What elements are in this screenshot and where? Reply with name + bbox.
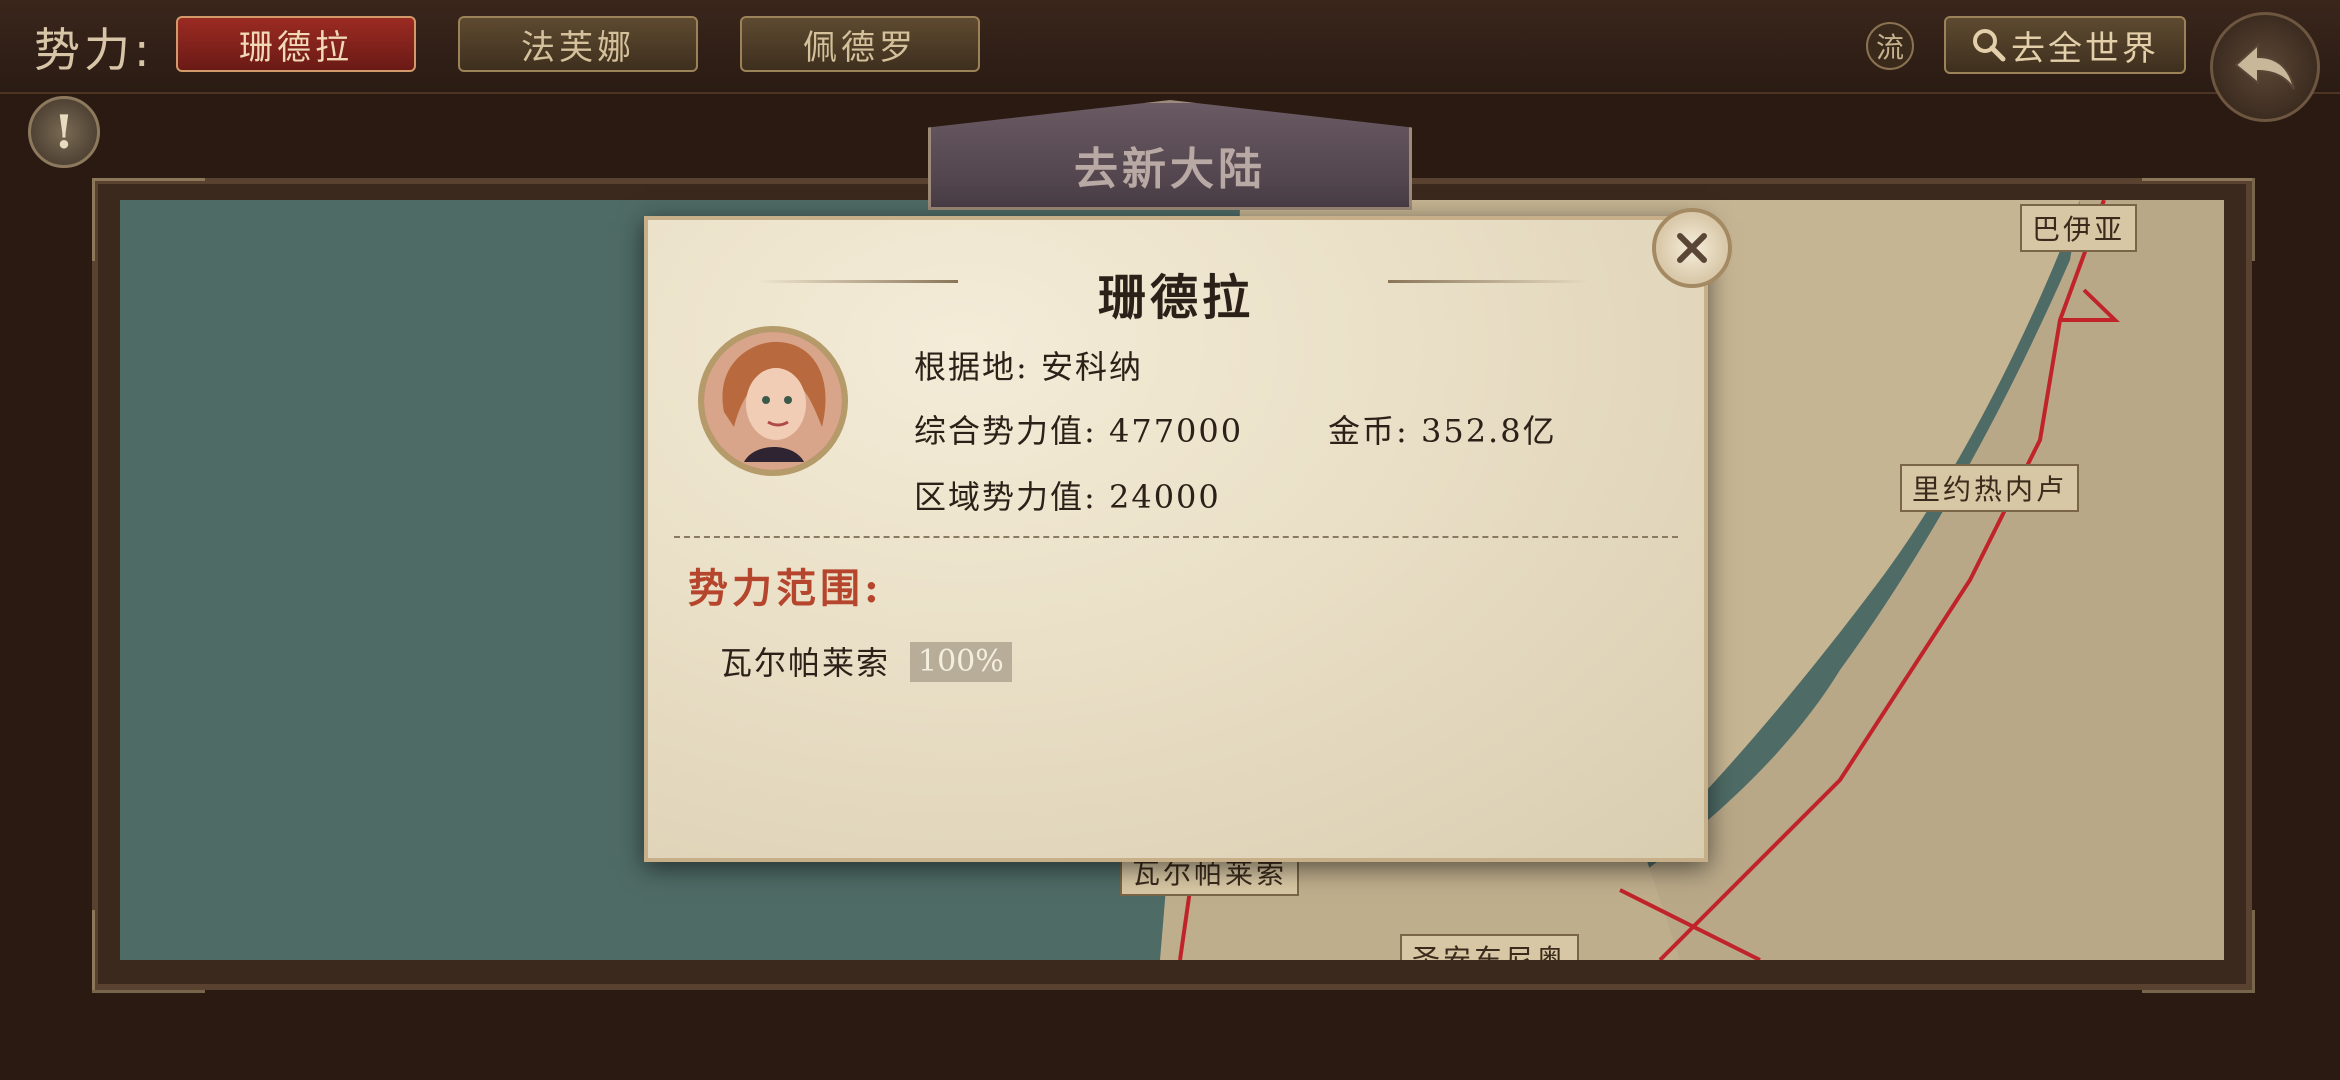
power-value: 477000 bbox=[1108, 412, 1244, 450]
region-tab-new-world[interactable]: 去新大陆 bbox=[928, 100, 1412, 210]
base-label: 根据地: bbox=[914, 348, 1029, 386]
back-button[interactable] bbox=[2210, 12, 2320, 122]
go-world-button[interactable]: 去全世界 bbox=[1944, 16, 2186, 74]
faction-label: 势力: bbox=[34, 23, 154, 77]
top-bar: 势力: 珊德拉 法芙娜 佩德罗 流 去全世界 bbox=[0, 0, 2340, 94]
region-power-value: 24000 bbox=[1108, 478, 1221, 516]
avatar bbox=[698, 326, 848, 476]
range-percent-badge: 100% bbox=[910, 642, 1012, 682]
title-ornament-right bbox=[1388, 280, 1588, 283]
search-icon bbox=[1973, 29, 2006, 62]
gold-value: 352.8亿 bbox=[1420, 412, 1557, 450]
range-city: 瓦尔帕莱索 bbox=[720, 644, 891, 682]
frame-corner-tr bbox=[2142, 178, 2255, 261]
frame-corner-br bbox=[2142, 910, 2255, 993]
dialog-title: 珊德拉 bbox=[1097, 270, 1254, 326]
power-label: 综合势力值: bbox=[914, 412, 1097, 450]
power-row: 综合势力值: 477000 bbox=[914, 406, 1243, 452]
gold-label: 金币: bbox=[1328, 412, 1409, 450]
flow-button[interactable]: 流 bbox=[1866, 22, 1914, 70]
back-arrow-icon bbox=[2234, 42, 2295, 90]
faction-tab-fafna[interactable]: 法芙娜 bbox=[458, 16, 698, 72]
alert-button[interactable]: ! bbox=[28, 96, 100, 168]
region-power-row: 区域势力值: 24000 bbox=[914, 472, 1221, 518]
frame-corner-tl bbox=[92, 178, 205, 261]
region-power-label: 区域势力值: bbox=[914, 478, 1097, 516]
city-label-baiya[interactable]: 巴伊亚 bbox=[2020, 204, 2138, 252]
city-label-rio[interactable]: 里约热内卢 bbox=[1900, 464, 2080, 512]
portrait-icon bbox=[704, 332, 842, 470]
base-row: 根据地: 安科纳 bbox=[914, 342, 1143, 388]
base-value: 安科纳 bbox=[1040, 348, 1143, 386]
frame-corner-bl bbox=[92, 910, 205, 993]
faction-tab-sandra[interactable]: 珊德拉 bbox=[176, 16, 416, 72]
city-label-san-antonio[interactable]: 圣安东尼奥 bbox=[1400, 934, 1580, 960]
close-button[interactable] bbox=[1652, 208, 1732, 288]
gold-row: 金币: 352.8亿 bbox=[1328, 406, 1557, 452]
close-icon bbox=[1677, 233, 1707, 263]
divider bbox=[674, 536, 1678, 538]
faction-info-dialog: 珊德拉 根据地: 安科纳 综合势力值: 477000 金币: 352.8亿 区域… bbox=[644, 208, 1732, 862]
faction-tab-pedro[interactable]: 佩德罗 bbox=[740, 16, 980, 72]
influence-range-title: 势力范围: bbox=[688, 565, 883, 612]
go-world-label: 去全世界 bbox=[2011, 28, 2159, 69]
